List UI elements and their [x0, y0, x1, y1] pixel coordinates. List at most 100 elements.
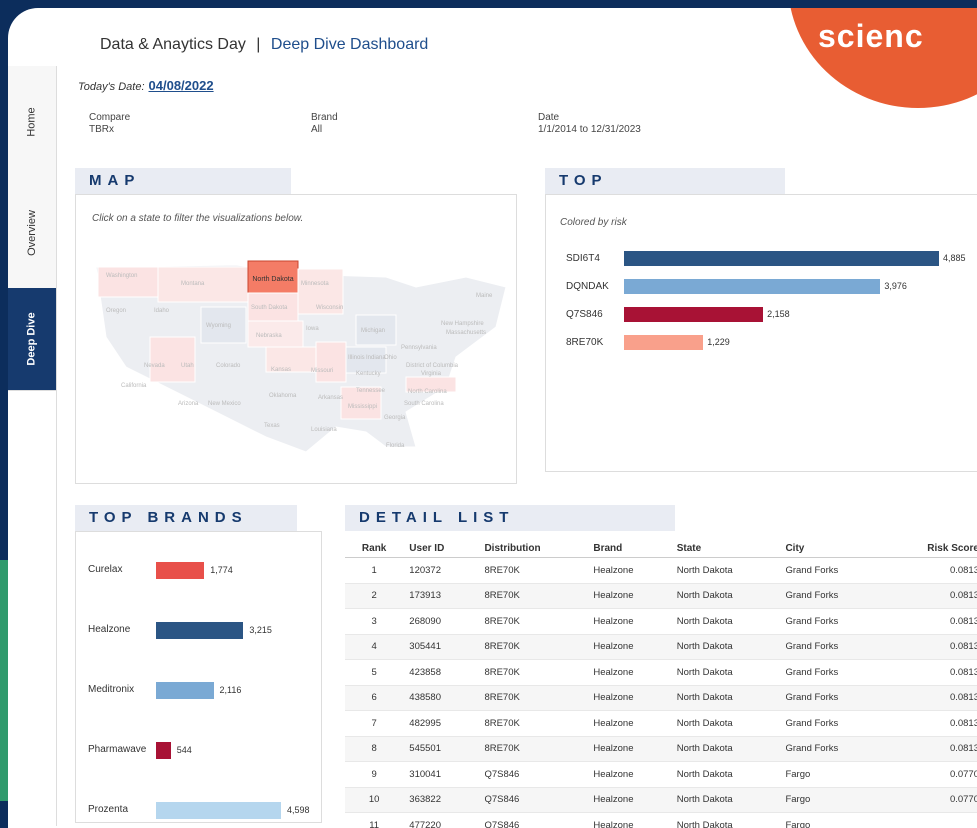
- distribution-bar-8re70k[interactable]: [624, 335, 703, 350]
- cell-distribution: 8RE70K: [478, 711, 587, 737]
- brand-value-curelax: 1,774: [210, 565, 233, 575]
- column-header-distribution[interactable]: Distribution: [478, 540, 587, 558]
- cell-user-id: 545501: [403, 736, 478, 762]
- state-washington[interactable]: [98, 267, 158, 297]
- column-header-risk-score[interactable]: Risk Score: [883, 540, 977, 558]
- cell-user-id: 173913: [403, 583, 478, 609]
- map-label-idaho: Idaho: [154, 308, 170, 314]
- table-row[interactable]: 74829958RE70KHealzoneNorth DakotaGrand F…: [345, 711, 977, 737]
- table-row[interactable]: 64385808RE70KHealzoneNorth DakotaGrand F…: [345, 685, 977, 711]
- cell-city: Grand Forks: [779, 711, 883, 737]
- filter-brand[interactable]: Brand All: [311, 112, 338, 136]
- detail-section-title: DETAIL LIST: [345, 505, 675, 531]
- cell-state: North Dakota: [671, 558, 780, 584]
- cell-distribution: 8RE70K: [478, 634, 587, 660]
- map-label-maine: Maine: [476, 293, 493, 299]
- map-label-wisconsin: Wisconsin: [316, 305, 343, 311]
- map-label-mississippi: Mississippi: [348, 404, 377, 410]
- map-label-south-carolina: South Carolina: [404, 401, 444, 407]
- cell-rank: 4: [345, 634, 403, 660]
- cell-rank: 5: [345, 660, 403, 686]
- map-label-tennessee: Tennessee: [356, 388, 386, 394]
- map-label-new-mexico: New Mexico: [208, 401, 241, 407]
- brand-label-healzone: Healzone: [88, 624, 130, 635]
- map-panel: Click on a state to filter the visualiza…: [75, 194, 517, 484]
- state-nevada[interactable]: [150, 337, 195, 382]
- distribution-bar-sdi6t4[interactable]: [624, 251, 939, 266]
- cell-user-id: 120372: [403, 558, 478, 584]
- detail-table: RankUser IDDistributionBrandStateCityRis…: [345, 540, 977, 828]
- cell-rank: 6: [345, 685, 403, 711]
- tab-overview[interactable]: Overview: [8, 178, 56, 289]
- column-header-user-id[interactable]: User ID: [403, 540, 478, 558]
- cell-user-id: 363822: [403, 787, 478, 813]
- column-header-city[interactable]: City: [779, 540, 883, 558]
- cell-user-id: 305441: [403, 634, 478, 660]
- table-row[interactable]: 11203728RE70KHealzoneNorth DakotaGrand F…: [345, 558, 977, 584]
- brand-bar-curelax[interactable]: [156, 562, 204, 579]
- table-row[interactable]: 11477220Q7S846HealzoneNorth DakotaFargo: [345, 813, 977, 828]
- cell-brand: Healzone: [587, 634, 670, 660]
- cell-rank: 11: [345, 813, 403, 828]
- filter-date-label: Date: [538, 112, 641, 124]
- column-header-rank[interactable]: Rank: [345, 540, 403, 558]
- cell-rank: 9: [345, 762, 403, 788]
- tab-home[interactable]: Home: [8, 66, 56, 179]
- distribution-label-8re70k: 8RE70K: [566, 337, 603, 348]
- map-label-kansas: Kansas: [271, 367, 291, 373]
- table-row[interactable]: 85455018RE70KHealzoneNorth DakotaGrand F…: [345, 736, 977, 762]
- cell-brand: Healzone: [587, 685, 670, 711]
- map-label-illinois: Illinois: [348, 355, 365, 361]
- cell-distribution: 8RE70K: [478, 583, 587, 609]
- filter-compare[interactable]: Compare TBRx: [89, 112, 130, 136]
- cell-city: Fargo: [779, 813, 883, 828]
- cell-brand: Healzone: [587, 787, 670, 813]
- brand-bar-meditronix[interactable]: [156, 682, 214, 699]
- cell-risk-score: 0.0813: [883, 583, 977, 609]
- brand-bar-healzone[interactable]: [156, 622, 243, 639]
- cell-state: North Dakota: [671, 736, 780, 762]
- cell-city: Fargo: [779, 787, 883, 813]
- cell-brand: Healzone: [587, 813, 670, 828]
- brand-bar-pharmawave[interactable]: [156, 742, 171, 759]
- map-label-georgia: Georgia: [384, 415, 406, 421]
- brand-label-curelax: Curelax: [88, 564, 122, 575]
- cell-user-id: 268090: [403, 609, 478, 635]
- title-main: Data & Anaytics Day: [100, 36, 246, 53]
- cell-rank: 7: [345, 711, 403, 737]
- table-row[interactable]: 10363822Q7S846HealzoneNorth DakotaFargo0…: [345, 787, 977, 813]
- filter-date[interactable]: Date 1/1/2014 to 12/31/2023: [538, 112, 641, 136]
- cell-city: Grand Forks: [779, 634, 883, 660]
- table-row[interactable]: 9310041Q7S846HealzoneNorth DakotaFargo0.…: [345, 762, 977, 788]
- column-header-brand[interactable]: Brand: [587, 540, 670, 558]
- brand-badge-text: scienc: [818, 18, 924, 55]
- cell-brand: Healzone: [587, 762, 670, 788]
- cell-risk-score: 0.0770: [883, 787, 977, 813]
- map-label-florida: Florida: [386, 443, 405, 449]
- table-row[interactable]: 54238588RE70KHealzoneNorth DakotaGrand F…: [345, 660, 977, 686]
- cell-city: Grand Forks: [779, 583, 883, 609]
- map-label-massachusetts: Massachusetts: [446, 330, 486, 336]
- tab-deep-dive[interactable]: Deep Dive: [8, 288, 56, 391]
- title-separator: |: [256, 36, 260, 53]
- brand-bar-prozenta[interactable]: [156, 802, 281, 819]
- distribution-value-sdi6t4: 4,885: [943, 253, 966, 263]
- table-row[interactable]: 21739138RE70KHealzoneNorth DakotaGrand F…: [345, 583, 977, 609]
- table-row[interactable]: 43054418RE70KHealzoneNorth DakotaGrand F…: [345, 634, 977, 660]
- todays-date-value[interactable]: 04/08/2022: [149, 78, 214, 93]
- cell-city: Grand Forks: [779, 660, 883, 686]
- map-label-oregon: Oregon: [106, 308, 126, 314]
- cell-brand: Healzone: [587, 736, 670, 762]
- map-label-virginia: Virginia: [421, 371, 442, 377]
- map-label-california: California: [121, 383, 147, 389]
- map-label-wyoming: Wyoming: [206, 323, 231, 329]
- us-map[interactable]: North Dakota Washington Montana Minnesot…: [86, 247, 516, 457]
- column-header-state[interactable]: State: [671, 540, 780, 558]
- distribution-bar-q7s846[interactable]: [624, 307, 763, 322]
- state-missouri[interactable]: [316, 342, 346, 382]
- distribution-bar-dqndak[interactable]: [624, 279, 880, 294]
- todays-date-label: Today's Date:: [78, 81, 145, 93]
- map-label-missouri: Missouri: [311, 368, 333, 374]
- cell-distribution: Q7S846: [478, 787, 587, 813]
- table-row[interactable]: 32680908RE70KHealzoneNorth DakotaGrand F…: [345, 609, 977, 635]
